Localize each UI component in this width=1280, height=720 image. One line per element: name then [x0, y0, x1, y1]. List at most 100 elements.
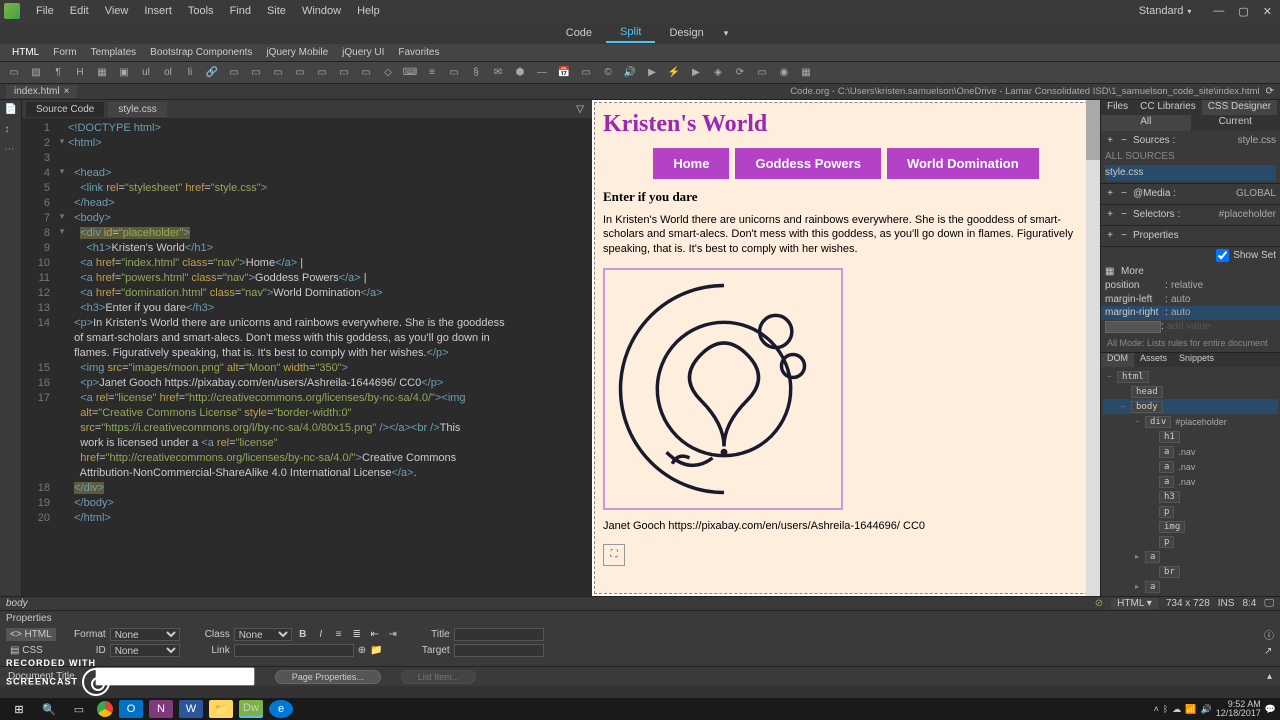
title-input[interactable]	[454, 628, 544, 641]
word-icon[interactable]: W	[179, 700, 203, 718]
css-mode-button[interactable]: ▤ CSS	[6, 644, 47, 657]
tool-iframe-icon[interactable]: ▭	[578, 66, 594, 80]
file-tab-index[interactable]: index.html×	[6, 85, 77, 98]
onenote-icon[interactable]: N	[149, 700, 173, 718]
folder-icon[interactable]: 📁	[370, 645, 382, 656]
tool-audio-icon[interactable]: 🔊	[622, 66, 638, 80]
source-stylecss[interactable]: style.css	[1105, 167, 1143, 178]
menu-find[interactable]: Find	[222, 5, 259, 17]
format-select[interactable]: None	[110, 628, 180, 641]
preview-nav-powers[interactable]: Goddess Powers	[735, 148, 880, 179]
doctype-select[interactable]: HTML ▾	[1111, 598, 1158, 609]
search-icon[interactable]: 🔍	[37, 700, 61, 718]
menu-insert[interactable]: Insert	[136, 5, 180, 17]
preview-scrollbar[interactable]	[1086, 100, 1100, 596]
prop-marginright-value[interactable]: auto	[1171, 307, 1276, 319]
tool-h-icon[interactable]: H	[72, 66, 88, 80]
tool-template-icon[interactable]: ▦	[798, 66, 814, 80]
refresh-icon[interactable]: ⟳	[1266, 86, 1274, 97]
dom-tree[interactable]: −htmlhead−body−div#placeholderh1a.nava.n…	[1101, 367, 1280, 596]
html-mode-button[interactable]: <> HTML	[6, 628, 56, 641]
panel-tab-cssdesigner[interactable]: CSS Designer	[1202, 100, 1277, 115]
subbar-jqui[interactable]: jQuery UI	[342, 47, 384, 58]
tool-canvas-icon[interactable]: ▭	[754, 66, 770, 80]
ol-button[interactable]: ≣	[350, 628, 364, 641]
tool-aside-icon[interactable]: ▭	[292, 66, 308, 80]
remove-source-icon[interactable]: −	[1119, 135, 1129, 146]
new-property-input[interactable]	[1105, 321, 1161, 333]
class-select[interactable]: None	[234, 628, 292, 641]
tool-main-icon[interactable]: ▭	[270, 66, 286, 80]
browse-link-icon[interactable]: ⊕	[358, 645, 366, 656]
tool-keywords-icon[interactable]: ⌨	[402, 66, 418, 80]
tool-section-icon[interactable]: ▭	[336, 66, 352, 80]
expand-icon[interactable]: ▴	[1267, 671, 1272, 682]
minimize-icon[interactable]: —	[1209, 5, 1228, 18]
tool-ol-icon[interactable]: ol	[160, 66, 176, 80]
code-editor[interactable]: 1234567891011121314151617181920 ▾▾▾▾ <!D…	[22, 118, 592, 596]
code-tab-source[interactable]: Source Code	[26, 102, 104, 117]
subbar-bootstrap[interactable]: Bootstrap Components	[150, 47, 252, 58]
tool-nav-icon[interactable]: ▭	[248, 66, 264, 80]
outdent-button[interactable]: ⇤	[368, 628, 382, 641]
menu-help[interactable]: Help	[349, 5, 388, 17]
panel-tab-files[interactable]: Files	[1101, 100, 1134, 115]
italic-button[interactable]: I	[314, 628, 328, 641]
assets-tab[interactable]: Assets	[1134, 353, 1173, 367]
workspace-dropdown[interactable]: Standard▾	[1139, 5, 1192, 17]
close-icon[interactable]: ✕	[1259, 5, 1276, 18]
tool-article-icon[interactable]: ▭	[314, 66, 330, 80]
menu-site[interactable]: Site	[259, 5, 294, 17]
file-mgmt-icon[interactable]: 📄	[5, 104, 17, 116]
add-property-icon[interactable]: +	[1105, 230, 1115, 241]
chrome-icon[interactable]	[97, 701, 113, 717]
tool-p-icon[interactable]: ¶	[50, 66, 66, 80]
menu-tools[interactable]: Tools	[180, 5, 222, 17]
id-select[interactable]: None	[110, 644, 180, 657]
tab-split[interactable]: Split	[606, 23, 655, 43]
menu-view[interactable]: View	[97, 5, 137, 17]
preview-icon[interactable]: 🖵	[1264, 598, 1274, 609]
more-icon[interactable]: ⋯	[5, 144, 17, 156]
tool-ul-icon[interactable]: ul	[138, 66, 154, 80]
tool-div-icon[interactable]: ▭	[6, 66, 22, 80]
tool-table-icon[interactable]: ▦	[94, 66, 110, 80]
target-input[interactable]	[454, 644, 544, 657]
tool-rollover-icon[interactable]: ⟳	[732, 66, 748, 80]
ul-button[interactable]: ≡	[332, 628, 346, 641]
tool-html5-icon[interactable]: ⬢	[512, 66, 528, 80]
start-button[interactable]: ⊞	[7, 700, 31, 718]
prop-position-value[interactable]: relative	[1171, 280, 1276, 292]
menu-file[interactable]: File	[28, 5, 62, 17]
tab-design[interactable]: Design	[655, 24, 717, 42]
preview-nav-home[interactable]: Home	[653, 148, 729, 179]
maximize-icon[interactable]: ▢	[1234, 5, 1252, 18]
tool-li-icon[interactable]: li	[182, 66, 198, 80]
quick-edit-icon[interactable]: ↗	[1264, 646, 1274, 657]
onedrive-icon[interactable]: ☁	[1172, 704, 1181, 715]
notification-icon[interactable]: 💬	[1265, 704, 1276, 715]
tool-char-icon[interactable]: ©	[600, 66, 616, 80]
tool-plugin-icon[interactable]: ◈	[710, 66, 726, 80]
help-icon[interactable]: ⓘ	[1264, 627, 1274, 642]
preview-nav-domination[interactable]: World Domination	[887, 148, 1039, 179]
funnel-icon[interactable]: ▽	[576, 104, 584, 115]
snippets-tab[interactable]: Snippets	[1173, 353, 1220, 367]
task-view-icon[interactable]: ▭	[67, 700, 91, 718]
subbar-fav[interactable]: Favorites	[398, 47, 439, 58]
subbar-form[interactable]: Form	[53, 47, 76, 58]
show-set-checkbox[interactable]	[1216, 249, 1229, 262]
tool-flv-icon[interactable]: ▶	[688, 66, 704, 80]
css-tab-current[interactable]: Current	[1191, 115, 1280, 130]
subbar-templates[interactable]: Templates	[91, 47, 137, 58]
window-size[interactable]: 734 x 728	[1166, 598, 1210, 609]
tool-hr-icon[interactable]: —	[534, 66, 550, 80]
tool-script-icon[interactable]: §	[468, 66, 484, 80]
tool-video-icon[interactable]: ▶	[644, 66, 660, 80]
menu-edit[interactable]: Edit	[62, 5, 97, 17]
tool-link-icon[interactable]: 🔗	[204, 66, 220, 80]
add-selector-icon[interactable]: +	[1105, 209, 1115, 220]
wifi-icon[interactable]: 📶	[1185, 704, 1196, 715]
link-input[interactable]	[234, 644, 354, 657]
tool-header-icon[interactable]: ▭	[226, 66, 242, 80]
